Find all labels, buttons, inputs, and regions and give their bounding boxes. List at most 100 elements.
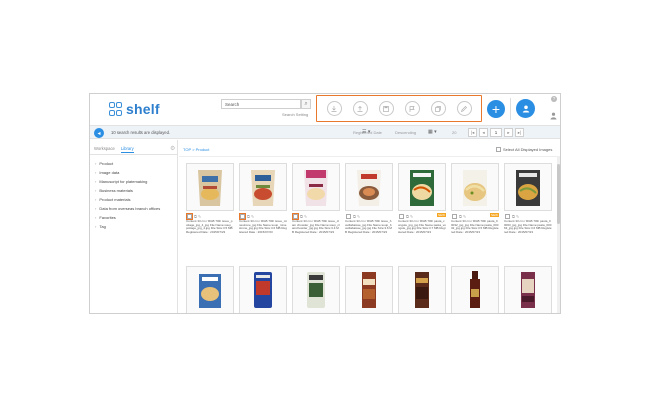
select-all-label: Select All Displayed Images: [503, 147, 553, 152]
asset-thumbnail[interactable]: [292, 266, 340, 313]
asset-card[interactable]: ⧉ ✎ NEW Content 33 cm / RGB 70th pasta_0…: [451, 163, 499, 234]
asset-thumbnail[interactable]: [186, 163, 234, 211]
asset-thumbnail[interactable]: [504, 266, 552, 313]
logo-icon: [109, 102, 123, 116]
edit-icon[interactable]: ✎: [304, 214, 307, 219]
select-all-checkbox[interactable]: [496, 147, 501, 152]
edit-icon[interactable]: ✎: [357, 214, 360, 219]
vertical-scrollbar[interactable]: [557, 156, 560, 313]
folder-settings-icon[interactable]: ⚙: [170, 145, 175, 152]
asset-thumbnail[interactable]: [239, 266, 287, 313]
copy-icon[interactable]: ⧉: [459, 214, 462, 219]
new-badge: NEW: [490, 213, 499, 217]
asset-thumbnail[interactable]: [504, 163, 552, 211]
asset-card[interactable]: [239, 266, 287, 313]
tab-workspace[interactable]: Workspace: [94, 146, 115, 153]
asset-card[interactable]: [398, 266, 446, 313]
account-icon[interactable]: [550, 112, 557, 122]
copy-icon[interactable]: ⧉: [300, 214, 303, 219]
breadcrumb[interactable]: TOP > Product: [183, 147, 209, 152]
sidebar-item-tag[interactable]: › Tag: [95, 222, 160, 231]
asset-thumbnail[interactable]: [186, 266, 234, 313]
tab-library[interactable]: Library: [120, 146, 134, 153]
sidebar-item-favorites[interactable]: › Favorites: [95, 213, 160, 222]
sort-field-label[interactable]: Registered Date: [353, 130, 382, 135]
copy-icon[interactable]: ⧉: [353, 214, 356, 219]
top-bar: shelf Search ⌕ Search Setting + ?: [90, 94, 560, 124]
help-icon[interactable]: ?: [551, 96, 557, 102]
next-page-icon[interactable]: ▸: [504, 128, 513, 137]
asset-card[interactable]: ⧉ ✎ Content 33 cm / RGB 70th issue_mines…: [239, 163, 287, 234]
new-badge: NEW: [437, 213, 446, 217]
grid-view-icon[interactable]: ▦ ▾: [428, 129, 437, 135]
sidebar-item-image-data[interactable]: › Image data: [95, 168, 160, 177]
user-group-icon[interactable]: [516, 99, 535, 118]
sidebar-item-business-materials[interactable]: › Business materials: [95, 186, 160, 195]
folder-tree: › Product › Image data › Manuscript for pla…: [95, 159, 160, 231]
asset-thumbnail[interactable]: [451, 266, 499, 313]
search-setting-link[interactable]: Search Setting: [282, 112, 308, 117]
asset-thumbnail[interactable]: [398, 163, 446, 211]
asset-details: Content 33 cm / RGB 70th issue_bouillaba…: [345, 219, 392, 234]
sidebar-item-manuscript[interactable]: › Manuscript for platemaking: [95, 177, 160, 186]
back-arrow-icon[interactable]: ◂: [94, 128, 104, 138]
asset-checkbox[interactable]: [399, 213, 404, 219]
sidebar-item-product[interactable]: › Product: [95, 159, 160, 168]
edit-icon[interactable]: ✎: [516, 214, 519, 219]
asset-checkbox[interactable]: [505, 213, 510, 219]
asset-checkbox-highlighted[interactable]: [186, 212, 193, 220]
last-page-icon[interactable]: ▸|: [515, 128, 524, 137]
sort-order-select[interactable]: Descending: [395, 130, 416, 135]
header-divider: [510, 98, 511, 120]
edit-icon[interactable]: ✎: [251, 214, 254, 219]
per-page-select[interactable]: 20: [452, 130, 456, 135]
asset-checkbox-highlighted[interactable]: [292, 212, 299, 220]
prev-page-icon[interactable]: ◂: [479, 128, 488, 137]
search-input[interactable]: Search: [221, 99, 301, 109]
download-icon[interactable]: [326, 101, 342, 116]
asset-card[interactable]: [504, 266, 552, 313]
asset-card[interactable]: ⧉ ✎ Content 33 cm / RGB 70th pasta_00063…: [504, 163, 552, 234]
copy-icon[interactable]: ⧉: [194, 214, 197, 219]
app-logo[interactable]: shelf: [109, 101, 160, 117]
first-page-icon[interactable]: |◂: [468, 128, 477, 137]
edit-icon[interactable]: ✎: [410, 214, 413, 219]
flag-icon[interactable]: [404, 101, 420, 116]
sidebar-item-product-materials[interactable]: › Product materials: [95, 195, 160, 204]
copy-icon[interactable]: ⧉: [512, 214, 515, 219]
asset-card[interactable]: ⧉ ✎ Content 33 cm / RGB 70th issue_clam …: [292, 163, 340, 234]
asset-details: Content 33 cm / RGB 70th issue_clam chow…: [292, 219, 340, 234]
asset-card[interactable]: [345, 266, 393, 313]
sidebar-divider: [90, 154, 178, 155]
copy-icon[interactable]: [430, 101, 446, 116]
add-button[interactable]: +: [487, 100, 505, 118]
page-number-input[interactable]: 1: [490, 128, 502, 137]
asset-checkbox-highlighted[interactable]: [239, 212, 246, 220]
edit-icon[interactable]: ✎: [463, 214, 466, 219]
save-icon[interactable]: [378, 101, 394, 116]
asset-card[interactable]: ⧉ ✎ Content 33 cm / RGB 70th issue_bouil…: [345, 163, 393, 234]
asset-card[interactable]: ⧉ ✎ NEW Content 33 cm / RGB 70th pasta_v…: [398, 163, 446, 234]
asset-thumbnail[interactable]: [345, 266, 393, 313]
copy-icon[interactable]: ⧉: [406, 214, 409, 219]
edit-icon[interactable]: [456, 101, 472, 116]
asset-card[interactable]: [292, 266, 340, 313]
asset-thumbnail[interactable]: [239, 163, 287, 211]
main-content: TOP > Product Select All Displayed Image…: [179, 140, 560, 313]
edit-icon[interactable]: ✎: [198, 214, 201, 219]
asset-thumbnail[interactable]: [398, 266, 446, 313]
asset-checkbox[interactable]: [346, 213, 351, 219]
asset-thumbnail[interactable]: [345, 163, 393, 211]
asset-card[interactable]: ⧉ ✎ Content 33 cm / RGB 70th issue_potta…: [186, 163, 234, 234]
asset-thumbnail[interactable]: [292, 163, 340, 211]
sidebar-item-overseas-data[interactable]: › Data from overseas branch offices: [95, 204, 160, 213]
asset-card[interactable]: [451, 266, 499, 313]
scrollbar-thumb[interactable]: [557, 164, 560, 224]
upload-icon[interactable]: [352, 101, 368, 116]
asset-card[interactable]: [186, 266, 234, 313]
asset-checkbox[interactable]: [452, 213, 457, 219]
search-icon[interactable]: ⌕: [301, 99, 311, 109]
copy-icon[interactable]: ⧉: [247, 214, 250, 219]
select-all-toggle[interactable]: Select All Displayed Images: [496, 147, 552, 152]
asset-thumbnail[interactable]: [451, 163, 499, 211]
